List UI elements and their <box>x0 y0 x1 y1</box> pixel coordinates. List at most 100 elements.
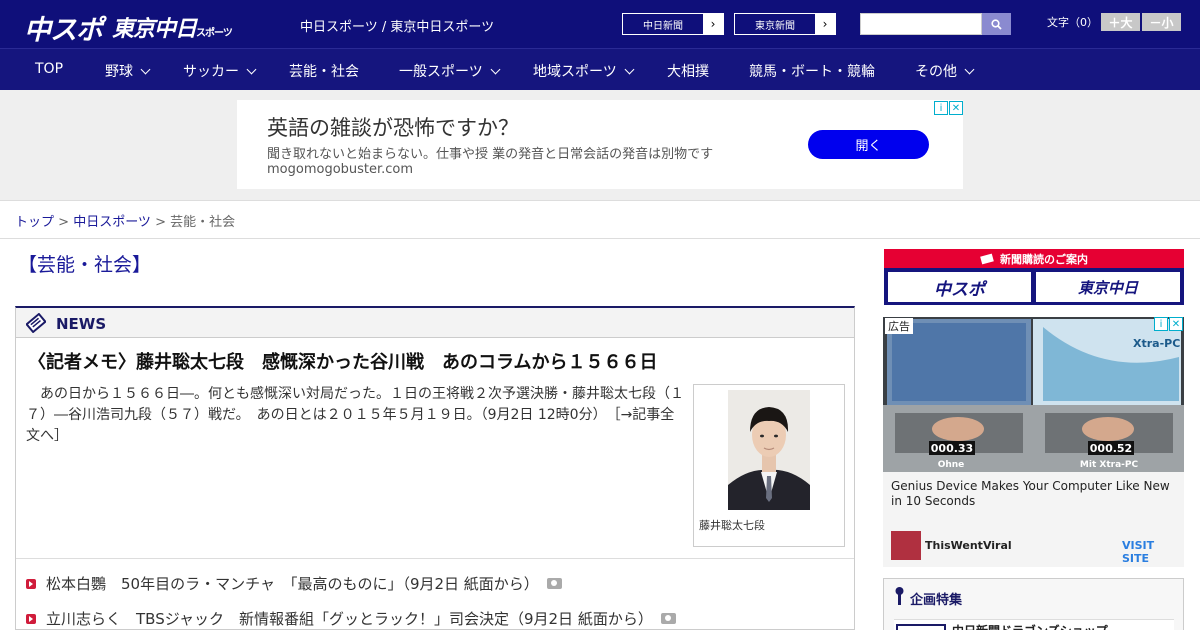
list-item[interactable]: 立川志らく TBSジャック 新情報番組「グッとラック！」司会決定（9月2日 紙面… <box>26 608 676 629</box>
ad-brand-text: Xtra-PC <box>1133 337 1180 350</box>
site-header: 中スポ 東京中日スポーツ 中日スポーツ / 東京中日スポーツ 中日新聞 › 東京… <box>0 0 1200 48</box>
breadcrumb: トップ > 中日スポーツ > 芸能・社会 <box>15 211 235 230</box>
adchoices-icon[interactable]: i <box>1154 317 1168 331</box>
list-item[interactable]: 松本白鸚 50年目のラ・マンチャ 「最高のものに」（9月2日 紙面から） <box>26 573 562 594</box>
breadcrumb-top[interactable]: トップ <box>15 215 54 230</box>
divider <box>0 238 1200 239</box>
chunichi-shimbun-link[interactable]: 中日新聞 › <box>622 13 724 35</box>
top-ad[interactable]: 英語の雑談が恐怖ですか？ 聞き取れないと始まらない。仕事や授 業の発音と日常会話… <box>237 100 963 189</box>
chevron-right-icon: › <box>815 14 835 34</box>
nav-label: 地域スポーツ <box>533 64 617 80</box>
pin-icon <box>895 587 904 605</box>
list-item-title: 立川志らく TBSジャック 新情報番組「グッとラック！」司会決定（9月2日 紙面… <box>46 610 653 628</box>
feature-heading: 企画特集 <box>910 593 963 608</box>
nav-label: 芸能・社会 <box>289 64 359 80</box>
search-icon <box>991 18 1002 30</box>
ad-open-button[interactable]: 開く <box>808 130 929 159</box>
nav-label: 大相撲 <box>667 64 709 80</box>
top-ad-band: 英語の雑談が恐怖ですか？ 聞き取れないと始まらない。仕事や授 業の発音と日常会話… <box>0 90 1200 201</box>
breadcrumb-current: 芸能・社会 <box>170 215 236 230</box>
nav-label: その他 <box>915 64 957 80</box>
news-heading: NEWS <box>56 315 107 333</box>
camera-icon <box>546 578 562 589</box>
nav-label: サッカー <box>183 64 239 80</box>
subscription-heading: 新聞購読のご案内 <box>884 249 1184 268</box>
ad-label: 広告 <box>885 318 913 334</box>
nav-other[interactable]: その他 <box>915 61 975 81</box>
tokyo-chunichi-logo[interactable]: 東京中日スポーツ <box>112 11 233 43</box>
nav-top[interactable]: TOP <box>35 61 63 77</box>
portrait-image <box>728 390 810 510</box>
chevron-down-icon <box>140 64 151 74</box>
font-smaller-button[interactable]: －小 <box>1142 13 1181 31</box>
ad-timer-2-label: Mit Xtra-PC <box>1080 460 1139 470</box>
arrow-bullet-icon <box>26 613 36 624</box>
tokyo-logo-sub: スポーツ <box>196 28 233 39</box>
search-button[interactable] <box>982 13 1011 35</box>
ad-timer-2: 000.52 <box>1090 442 1132 455</box>
dragons-shop-thumbnail <box>896 624 946 630</box>
breadcrumb-separator: > <box>150 215 171 230</box>
sidebar-ad[interactable]: Xtra-PC 000.33 000.52 Ohne Mit Xtra-PC 広… <box>883 317 1184 567</box>
lead-photo[interactable]: 藤井聡太七段 <box>693 384 845 547</box>
nav-baseball[interactable]: 野球 <box>105 61 151 81</box>
chevron-down-icon <box>246 64 257 74</box>
main-nav: TOP 野球 サッカー 芸能・社会 一般スポーツ 地域スポーツ 大相撲 競馬・ボ… <box>0 48 1200 90</box>
feature-item[interactable]: 中日新聞ドラゴンズショップ <box>894 619 1174 630</box>
chunichi-shimbun-label: 中日新聞 <box>643 20 683 32</box>
search-input[interactable] <box>860 13 982 35</box>
feature-box: 企画特集 中日新聞ドラゴンズショップ <box>883 578 1184 630</box>
feature-item-title: 中日新聞ドラゴンズショップ <box>952 622 1108 630</box>
subscription-box: 新聞購読のご案内 中スポ 東京中日 <box>884 249 1184 305</box>
visit-site-button[interactable]: VISIT SITE <box>1122 539 1184 565</box>
camera-icon <box>660 613 676 624</box>
font-larger-button[interactable]: ＋大 <box>1101 13 1140 31</box>
ad-image: Xtra-PC 000.33 000.52 Ohne Mit Xtra-PC <box>883 317 1184 472</box>
nav-local-sports[interactable]: 地域スポーツ <box>533 61 635 81</box>
nav-label: 野球 <box>105 64 133 80</box>
news-panel: NEWS 〈記者メモ〉藤井聡太七段 感慨深かった谷川戦 あのコラムから１５６６日… <box>15 306 855 630</box>
lead-article-body: あの日から１５６６日―。何とも感慨深い対局だった。１日の王将戦２次予選決勝・藤井… <box>26 384 688 447</box>
newspaper-icon <box>26 313 46 333</box>
nav-label: 一般スポーツ <box>399 64 483 80</box>
ad-domain: mogomogobuster.com <box>267 162 414 177</box>
nav-sumo[interactable]: 大相撲 <box>667 61 709 81</box>
chevron-down-icon <box>490 64 501 74</box>
adchoices-icon[interactable]: i <box>934 101 948 115</box>
tokyo-shimbun-label: 東京新聞 <box>755 20 795 32</box>
close-icon[interactable]: ✕ <box>1169 317 1183 331</box>
news-header: NEWS <box>16 308 854 338</box>
subscription-heading-text: 新聞購読のご案内 <box>1000 252 1088 266</box>
newspaper-icon <box>980 253 994 264</box>
divider <box>16 558 854 559</box>
nav-label: 競馬・ボート・競輪 <box>749 64 875 80</box>
photo-caption: 藤井聡太七段 <box>699 519 765 532</box>
nav-racing[interactable]: 競馬・ボート・競輪 <box>749 61 875 81</box>
chevron-down-icon <box>964 64 975 74</box>
ad-headline: Genius Device Makes Your Computer Like N… <box>891 479 1170 508</box>
breadcrumb-chunichi[interactable]: 中日スポーツ <box>73 215 151 230</box>
subscribe-tokyo-button[interactable]: 東京中日 <box>1036 272 1180 302</box>
ad-timer-1: 000.33 <box>931 442 973 455</box>
subscribe-chuspo-button[interactable]: 中スポ <box>888 272 1031 302</box>
ad-title: 英語の雑談が恐怖ですか？ <box>267 116 519 140</box>
nav-general-sports[interactable]: 一般スポーツ <box>399 61 501 81</box>
nav-soccer[interactable]: サッカー <box>183 61 257 81</box>
page-title: 【芸能・社会】 <box>18 254 152 276</box>
chevron-down-icon <box>624 64 635 74</box>
tokyo-logo-text: 東京中日 <box>112 17 197 42</box>
nav-entertainment[interactable]: 芸能・社会 <box>289 61 359 81</box>
breadcrumb-separator: > <box>54 215 74 230</box>
ad-timer-1-label: Ohne <box>938 460 965 470</box>
site-links[interactable]: 中日スポーツ / 東京中日スポーツ <box>300 16 494 35</box>
arrow-bullet-icon <box>26 578 36 589</box>
lead-article-title[interactable]: 〈記者メモ〉藤井聡太七段 感慨深かった谷川戦 あのコラムから１５６６日 <box>28 348 657 374</box>
chuspo-logo[interactable]: 中スポ <box>24 8 103 47</box>
chevron-right-icon: › <box>703 14 723 34</box>
nav-label: TOP <box>35 61 64 77</box>
font-size-label: 文字（0） <box>1047 16 1098 29</box>
ad-description: 聞き取れないと始まらない。仕事や授 業の発音と日常会話の発音は別物です <box>267 147 714 162</box>
close-icon[interactable]: ✕ <box>949 101 963 115</box>
lead-article-text: あの日から１５６６日―。何とも感慨深い対局だった。１日の王将戦２次予選決勝・藤井… <box>26 386 684 423</box>
tokyo-shimbun-link[interactable]: 東京新聞 › <box>734 13 836 35</box>
